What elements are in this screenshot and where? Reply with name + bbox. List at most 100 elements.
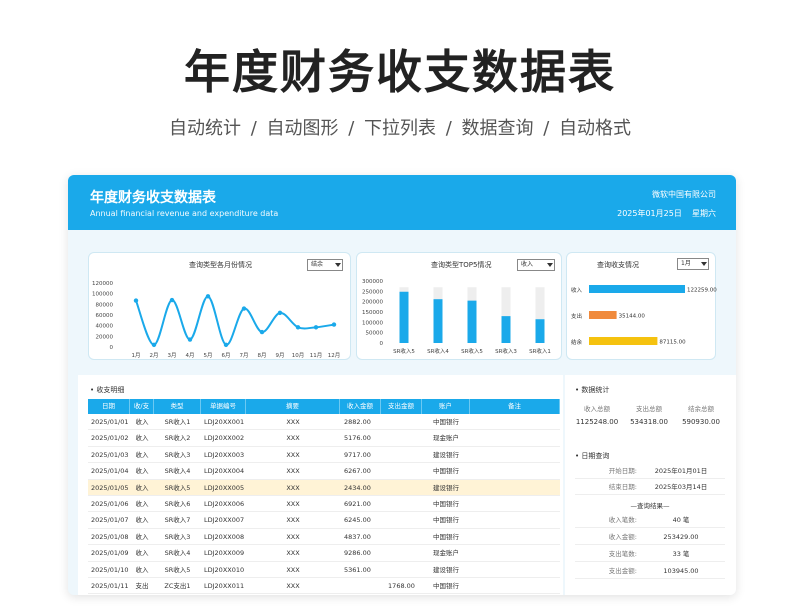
table-cell[interactable]: 2025/01/10 (88, 562, 130, 577)
table-cell[interactable]: 建设银行 (422, 480, 470, 495)
table-cell[interactable]: 4837.00 (340, 529, 381, 544)
table-cell[interactable] (470, 529, 560, 544)
column-header[interactable]: 类型 (154, 399, 201, 414)
table-cell[interactable]: SR收入5 (154, 480, 201, 495)
table-cell[interactable]: 收入 (130, 496, 154, 511)
table-cell[interactable]: LDJ20XX006 (201, 496, 246, 511)
table-cell[interactable]: SR收入3 (154, 529, 201, 544)
table-cell[interactable] (381, 480, 422, 495)
table-cell[interactable]: XXX (246, 545, 340, 560)
table-cell[interactable]: 收入 (130, 529, 154, 544)
table-cell[interactable]: 2434.00 (340, 480, 381, 495)
table-cell[interactable]: LDJ20XX009 (201, 545, 246, 560)
table-cell[interactable]: 中国银行 (422, 529, 470, 544)
table-cell[interactable]: 收入 (130, 480, 154, 495)
table-cell[interactable]: LDJ20XX001 (201, 414, 246, 429)
table-cell[interactable]: LDJ20XX011 (201, 578, 246, 593)
table-cell[interactable]: LDJ20XX004 (201, 463, 246, 478)
column-header[interactable]: 账户 (422, 399, 470, 414)
table-cell[interactable]: 5361.00 (340, 562, 381, 577)
table-cell[interactable]: XXX (246, 562, 340, 577)
table-cell[interactable]: XXX (246, 430, 340, 445)
column-header[interactable]: 收/支 (130, 399, 154, 414)
table-cell[interactable]: 收入 (130, 414, 154, 429)
table-cell[interactable]: 5176.00 (340, 430, 381, 445)
table-cell[interactable] (470, 414, 560, 429)
table-cell[interactable]: LDJ20XX008 (201, 529, 246, 544)
table-cell[interactable]: 2025/01/02 (88, 430, 130, 445)
table-cell[interactable]: 2882.00 (340, 414, 381, 429)
table-cell[interactable]: SR收入4 (154, 463, 201, 478)
table-row[interactable]: 2025/01/01 收入 SR收入1 LDJ20XX001 XXX 2882.00 中国银… (88, 414, 560, 431)
table-cell[interactable] (470, 578, 560, 593)
table-cell[interactable]: 收入 (130, 562, 154, 577)
table-cell[interactable]: LDJ20XX002 (201, 430, 246, 445)
table-cell[interactable]: 收入 (130, 512, 154, 527)
table-cell[interactable] (470, 430, 560, 445)
table-cell[interactable] (381, 529, 422, 544)
column-header[interactable]: 单据编号 (201, 399, 246, 414)
column-header[interactable]: 收入金额 (340, 399, 381, 414)
table-row[interactable]: 2025/01/06 收入 SR收入6 LDJ20XX006 XXX 6921.00 中国银… (88, 496, 560, 513)
column-header[interactable]: 备注 (470, 399, 560, 414)
table-cell[interactable]: XXX (246, 529, 340, 544)
table-cell[interactable]: XXX (246, 414, 340, 429)
table-cell[interactable] (381, 463, 422, 478)
table-cell[interactable]: XXX (246, 496, 340, 511)
table-cell[interactable]: 中国银行 (422, 463, 470, 478)
table-cell[interactable]: 2025/01/04 (88, 463, 130, 478)
table-cell[interactable]: 收入 (130, 545, 154, 560)
column-header[interactable]: 日期 (88, 399, 130, 414)
table-cell[interactable] (381, 512, 422, 527)
table-cell[interactable]: 建设银行 (422, 447, 470, 462)
table-cell[interactable]: SR收入1 (154, 414, 201, 429)
table-cell[interactable] (381, 562, 422, 577)
table-row[interactable]: 2025/01/03 收入 SR收入3 LDJ20XX003 XXX 9717.00 建设银… (88, 447, 560, 464)
end-date-input[interactable]: 2025年03月14日 (643, 479, 719, 495)
table-row[interactable]: 2025/01/11 支出 ZC支出1 LDJ20XX011 XXX 1768.00 中国银… (88, 578, 560, 595)
table-cell[interactable] (470, 562, 560, 577)
table-cell[interactable]: 2025/01/11 (88, 578, 130, 593)
table-cell[interactable]: 收入 (130, 463, 154, 478)
table-cell[interactable]: 建设银行 (422, 562, 470, 577)
table-cell[interactable]: 9286.00 (340, 545, 381, 560)
table-cell[interactable]: 9717.00 (340, 447, 381, 462)
start-date-input[interactable]: 2025年01月01日 (643, 463, 719, 479)
column-header[interactable]: 摘要 (246, 399, 340, 414)
table-cell[interactable] (381, 414, 422, 429)
table-cell[interactable]: 中国银行 (422, 578, 470, 593)
table-cell[interactable]: XXX (246, 578, 340, 593)
table-cell[interactable] (470, 545, 560, 560)
table-cell[interactable] (340, 578, 381, 593)
table-row[interactable]: 2025/01/10 收入 SR收入5 LDJ20XX010 XXX 5361.00 建设银… (88, 562, 560, 578)
table-cell[interactable]: 现金账户 (422, 545, 470, 560)
table-cell[interactable]: 6921.00 (340, 496, 381, 511)
table-cell[interactable] (381, 496, 422, 511)
table-row[interactable]: 2025/01/08 收入 SR收入3 LDJ20XX008 XXX 4837.00 中国银… (88, 529, 560, 546)
table-cell[interactable]: XXX (246, 480, 340, 495)
table-cell[interactable] (470, 480, 560, 495)
table-cell[interactable]: 6245.00 (340, 512, 381, 527)
table-cell[interactable]: 2025/01/01 (88, 414, 130, 429)
table-cell[interactable]: SR收入3 (154, 447, 201, 462)
table-row[interactable]: 2025/01/05 收入 SR收入5 LDJ20XX005 XXX 2434.00 建设银… (88, 479, 560, 496)
table-cell[interactable]: 中国银行 (422, 414, 470, 429)
table-cell[interactable]: SR收入4 (154, 545, 201, 560)
table-cell[interactable] (470, 512, 560, 527)
table-cell[interactable] (470, 447, 560, 462)
table-cell[interactable]: XXX (246, 447, 340, 462)
table-cell[interactable]: LDJ20XX005 (201, 480, 246, 495)
table-cell[interactable]: 2025/01/09 (88, 545, 130, 560)
table-cell[interactable] (381, 545, 422, 560)
table-cell[interactable]: 2025/01/05 (88, 480, 130, 495)
table-cell[interactable]: ZC支出1 (154, 578, 201, 593)
table-cell[interactable] (381, 447, 422, 462)
table-cell[interactable]: 中国银行 (422, 512, 470, 527)
table-cell[interactable]: 收入 (130, 447, 154, 462)
table-cell[interactable]: LDJ20XX003 (201, 447, 246, 462)
table-cell[interactable]: 支出 (130, 578, 154, 593)
table-row[interactable]: 2025/01/02 收入 SR收入2 LDJ20XX002 XXX 5176.00 现金账… (88, 430, 560, 447)
table-cell[interactable]: XXX (246, 512, 340, 527)
table-row[interactable]: 2025/01/09 收入 SR收入4 LDJ20XX009 XXX 9286.00 现金账… (88, 545, 560, 562)
table-cell[interactable]: SR收入7 (154, 512, 201, 527)
